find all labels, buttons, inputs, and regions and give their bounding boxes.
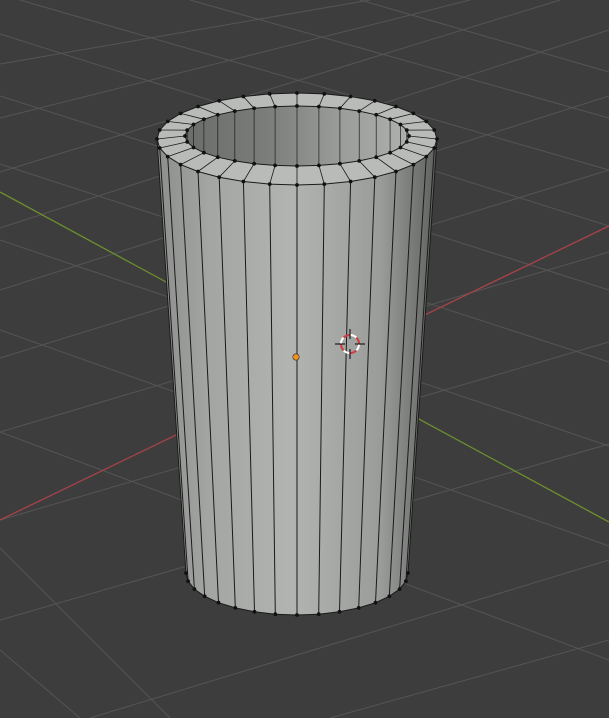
viewport-canvas[interactable] <box>0 0 609 718</box>
vertex-outer-rim[interactable] <box>196 104 200 109</box>
vertex-outer-rim[interactable] <box>432 146 437 150</box>
vertex-inner-rim[interactable] <box>273 163 277 168</box>
vertex-inner-rim[interactable] <box>185 128 190 133</box>
vertex-outer-rim[interactable] <box>165 154 170 159</box>
vertex-inner-rim[interactable] <box>404 140 409 144</box>
vertex-inner-rim[interactable] <box>295 104 299 108</box>
vertex-bottom[interactable] <box>373 600 378 605</box>
vertex-inner-rim[interactable] <box>202 117 206 122</box>
vertex-outer-rim[interactable] <box>411 162 416 167</box>
vertex-inner-rim[interactable] <box>183 134 187 138</box>
vertex-inner-rim[interactable] <box>317 104 321 109</box>
vertex-outer-rim[interactable] <box>322 182 327 187</box>
grid-line <box>0 649 81 718</box>
vertex-bottom[interactable] <box>404 579 408 584</box>
vertex-bottom[interactable] <box>202 594 207 599</box>
vertex-outer-rim[interactable] <box>196 169 200 174</box>
vertex-outer-rim[interactable] <box>424 119 429 124</box>
vertex-outer-rim[interactable] <box>155 137 159 141</box>
vertex-inner-rim[interactable] <box>202 150 206 155</box>
vertex-inner-rim[interactable] <box>407 134 411 138</box>
vertex-bottom[interactable] <box>252 609 257 614</box>
vertex-bottom[interactable] <box>397 587 402 591</box>
vertex-inner-rim[interactable] <box>374 155 379 160</box>
vertex-bottom[interactable] <box>356 606 361 610</box>
vertex-inner-rim[interactable] <box>191 145 196 150</box>
vertex-bottom[interactable] <box>233 606 238 610</box>
grid-line <box>0 547 171 718</box>
vertex-outer-rim[interactable] <box>295 183 299 187</box>
vertex-outer-rim[interactable] <box>178 162 183 167</box>
vertex-outer-rim[interactable] <box>241 94 246 99</box>
vertex-outer-rim[interactable] <box>424 154 429 159</box>
vertex-outer-rim[interactable] <box>178 111 183 116</box>
vertex-bottom[interactable] <box>295 613 299 617</box>
grid-line <box>0 0 371 65</box>
vertex-bottom[interactable] <box>186 579 191 584</box>
vertex-inner-rim[interactable] <box>338 106 342 111</box>
vertex-inner-rim[interactable] <box>338 161 342 166</box>
vertex-outer-rim[interactable] <box>267 92 272 96</box>
vertex-outer-rim[interactable] <box>372 175 377 180</box>
vertex-outer-rim[interactable] <box>435 137 439 141</box>
vertex-inner-rim[interactable] <box>357 159 362 163</box>
vertex-outer-rim[interactable] <box>267 182 272 187</box>
vertex-inner-rim[interactable] <box>273 104 277 109</box>
vertex-inner-rim[interactable] <box>398 145 403 150</box>
vertex-outer-rim[interactable] <box>241 179 246 184</box>
vertex-outer-rim[interactable] <box>157 146 162 150</box>
vertex-outer-rim[interactable] <box>411 111 416 116</box>
vertex-inner-rim[interactable] <box>232 159 237 163</box>
vertex-inner-rim[interactable] <box>252 161 256 166</box>
vertex-bottom[interactable] <box>184 571 188 575</box>
vertex-outer-rim[interactable] <box>217 98 222 103</box>
object-origin-point[interactable] <box>292 353 300 361</box>
vertex-outer-rim[interactable] <box>322 92 327 96</box>
vertex-outer-rim[interactable] <box>432 128 437 132</box>
vertex-outer-rim[interactable] <box>348 179 353 184</box>
vertex-inner-rim[interactable] <box>252 106 256 111</box>
vertex-inner-rim[interactable] <box>215 155 220 160</box>
vertex-inner-rim[interactable] <box>398 122 403 127</box>
grid-line <box>329 639 609 718</box>
vertex-inner-rim[interactable] <box>404 128 409 133</box>
vertex-outer-rim[interactable] <box>157 128 162 132</box>
vertex-inner-rim[interactable] <box>185 140 190 144</box>
vertex-inner-rim[interactable] <box>215 112 220 117</box>
vertex-inner-rim[interactable] <box>357 109 362 113</box>
vertex-inner-rim[interactable] <box>317 163 321 168</box>
vertex-outer-rim[interactable] <box>394 104 398 109</box>
vertex-bottom[interactable] <box>387 594 392 599</box>
vertex-inner-rim[interactable] <box>295 164 299 168</box>
vertex-bottom[interactable] <box>273 612 278 617</box>
vertex-outer-rim[interactable] <box>217 175 222 180</box>
vertex-inner-rim[interactable] <box>232 109 237 113</box>
vertex-outer-rim[interactable] <box>348 94 353 99</box>
grid-line <box>359 0 609 73</box>
3d-viewport[interactable] <box>0 0 609 718</box>
vertex-bottom[interactable] <box>192 587 197 591</box>
origin-dot[interactable] <box>292 353 300 361</box>
vertex-outer-rim[interactable] <box>165 119 170 124</box>
vertex-outer-rim[interactable] <box>372 98 377 103</box>
vertex-inner-rim[interactable] <box>191 122 196 127</box>
vertex-outer-rim[interactable] <box>394 169 398 174</box>
vertex-inner-rim[interactable] <box>388 150 392 155</box>
vertex-bottom[interactable] <box>316 612 321 617</box>
vertex-inner-rim[interactable] <box>374 112 379 117</box>
vertex-outer-rim[interactable] <box>295 91 299 95</box>
vertex-inner-rim[interactable] <box>388 117 392 122</box>
vertex-bottom[interactable] <box>216 600 221 605</box>
vertex-bottom[interactable] <box>406 571 410 575</box>
vertex-bottom[interactable] <box>337 609 342 614</box>
